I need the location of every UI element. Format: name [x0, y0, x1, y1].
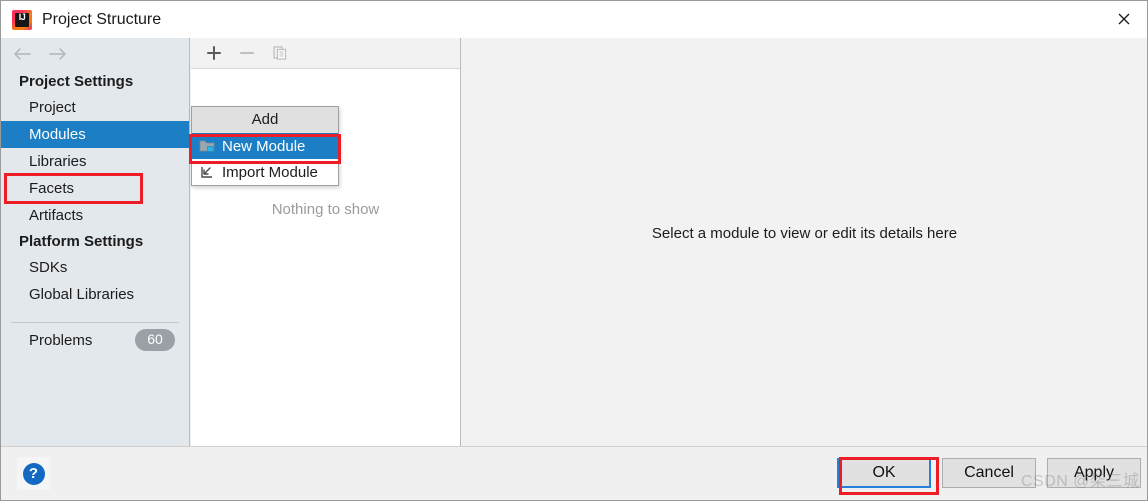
sidebar-item-problems[interactable]: Problems 60 — [1, 323, 189, 357]
minus-icon — [236, 42, 258, 64]
problems-label: Problems — [29, 331, 93, 349]
sidebar-nav-bar — [1, 38, 189, 69]
settings-sidebar: Project Settings Project Modules Librari… — [1, 38, 190, 447]
detail-placeholder-message: Select a module to view or edit its deta… — [651, 225, 958, 242]
import-arrow-icon — [198, 164, 216, 180]
sidebar-section-platform-settings: Platform Settings — [19, 233, 144, 250]
sidebar-item-libraries[interactable]: Libraries — [1, 148, 189, 175]
sidebar-item-global-libraries[interactable]: Global Libraries — [1, 281, 189, 308]
add-dropdown-menu: Add New Module Import Module — [191, 106, 339, 186]
sidebar-section-project-settings: Project Settings — [19, 73, 134, 90]
title-bar: IJ Project Structure — [1, 1, 1147, 39]
problems-count-badge: 60 — [135, 329, 175, 351]
watermark-text: CSDN @架三城 — [1021, 473, 1140, 490]
ok-button[interactable]: OK — [837, 458, 931, 488]
close-icon[interactable] — [1101, 1, 1147, 37]
menu-item-import-module-label: Import Module — [222, 163, 318, 181]
modules-toolbar — [191, 38, 460, 69]
plus-icon[interactable] — [203, 42, 225, 64]
copy-icon — [269, 42, 291, 64]
intellij-idea-icon: IJ — [12, 9, 32, 30]
project-structure-dialog: IJ Project Structure Project Settings Pr… — [0, 0, 1148, 501]
add-menu-header: Add — [192, 107, 338, 133]
module-detail-panel: Select a module to view or edit its deta… — [462, 38, 1147, 447]
arrow-left-icon[interactable] — [11, 44, 33, 64]
sidebar-item-artifacts[interactable]: Artifacts — [1, 202, 189, 229]
sidebar-item-facets[interactable]: Facets — [1, 175, 189, 202]
sidebar-item-project[interactable]: Project — [1, 94, 189, 121]
question-mark-icon: ? — [22, 462, 45, 485]
help-button[interactable]: ? — [17, 457, 50, 490]
dialog-footer: ? OK Cancel Apply — [1, 446, 1147, 500]
window-title: Project Structure — [42, 10, 162, 28]
folder-add-icon — [198, 138, 216, 154]
sidebar-item-modules[interactable]: Modules — [1, 121, 189, 148]
menu-item-import-module[interactable]: Import Module — [192, 159, 338, 185]
menu-item-new-module[interactable]: New Module — [192, 133, 338, 159]
modules-empty-message: Nothing to show — [271, 201, 380, 218]
sidebar-item-sdks[interactable]: SDKs — [1, 254, 189, 281]
arrow-right-icon[interactable] — [47, 44, 69, 64]
menu-item-new-module-label: New Module — [222, 137, 306, 155]
modules-list-panel: Nothing to show — [191, 38, 461, 447]
dialog-content: Project Settings Project Modules Librari… — [1, 38, 1147, 447]
